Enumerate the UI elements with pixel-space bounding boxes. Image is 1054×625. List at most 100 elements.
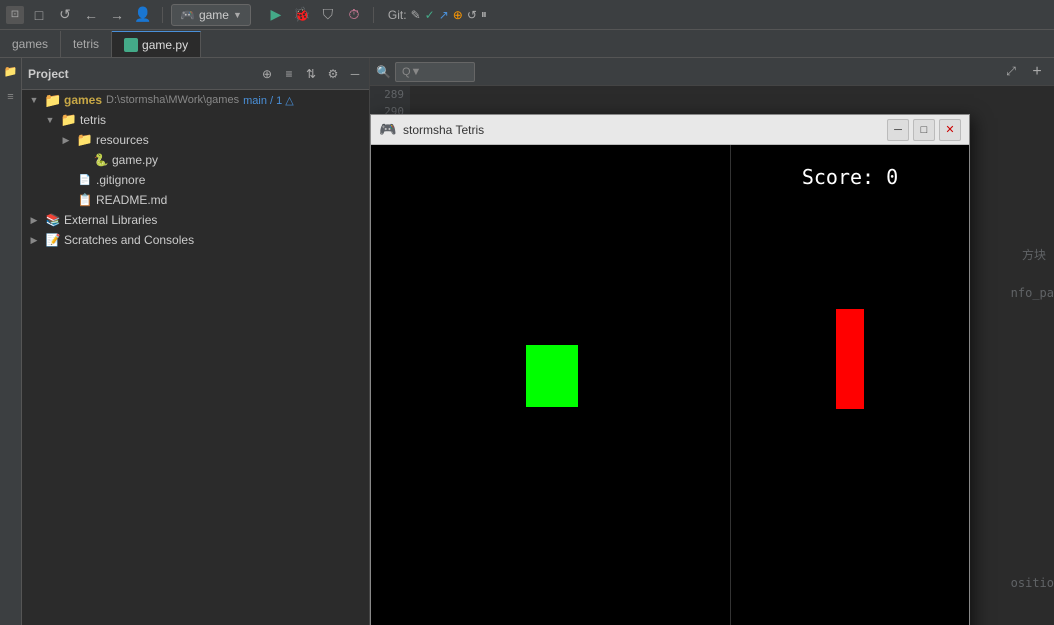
chevron-down-icon2: ▼	[42, 112, 58, 128]
sidebar-inner: 📁 ≡ Project ⊕ ≡ ⇅ ⚙ ─ ▼ 📁 games	[0, 58, 369, 625]
red-tetris-piece	[836, 309, 864, 409]
libraries-icon: 📚	[45, 212, 61, 228]
expand-icon[interactable]: ⤢	[1000, 61, 1022, 83]
readme-label: README.md	[96, 193, 167, 207]
spacer2	[58, 172, 74, 188]
tetris-titlebar: 🎮 stormsha Tetris ─ □ ✕	[371, 115, 969, 145]
resources-folder-icon: 📁	[77, 132, 93, 148]
user-icon[interactable]: 👤	[132, 4, 154, 26]
tree-resources-folder[interactable]: ▶ 📁 resources	[22, 130, 369, 150]
refresh-icon[interactable]: ↺	[54, 4, 76, 26]
tetris-app-icon: 🎮	[379, 121, 397, 139]
minimize-button[interactable]: ─	[887, 119, 909, 141]
left-strip: 📁 ≡	[0, 58, 22, 625]
tab-bar: games tetris game.py	[0, 30, 1054, 58]
git-check-icon[interactable]: ✓	[425, 8, 435, 22]
search-input[interactable]: Q▼	[395, 62, 475, 82]
tab-tetris[interactable]: tetris	[61, 31, 112, 57]
sidebar: 📁 ≡ Project ⊕ ≡ ⇅ ⚙ ─ ▼ 📁 games	[0, 58, 370, 625]
run-icon[interactable]: ▶	[265, 4, 287, 26]
scratches-icon: 📝	[45, 232, 61, 248]
chevron-right-icon2: ▶	[26, 212, 42, 228]
top-toolbar: ⊡ □ ↺ ← → 👤 🎮 game ▼ ▶ 🐞 ⛉ ⏱ Git: ✎ ✓ ↗ …	[0, 0, 1054, 30]
tetris-play-field	[371, 145, 731, 625]
app-icon: ⊡	[6, 6, 24, 24]
profile-icon[interactable]: ⏱	[343, 4, 365, 26]
partial-text-infopa: nfo_pa	[1011, 286, 1054, 300]
spacer3	[58, 192, 74, 208]
git-pause-icon[interactable]: ⏸	[481, 7, 487, 22]
separator2	[373, 7, 374, 23]
external-libraries-label: External Libraries	[64, 213, 157, 227]
tree-root-games[interactable]: ▼ 📁 games D:\stormsha\MWork\games main /…	[22, 90, 369, 110]
tree-tetris-folder[interactable]: ▼ 📁 tetris	[22, 110, 369, 130]
run-config-label: game	[199, 8, 229, 22]
tab-gamepy[interactable]: game.py	[112, 31, 201, 57]
git-push-icon[interactable]: ↗	[439, 8, 449, 22]
right-area: 🔍 Q▼ ⤢ + 289 290 291 292 293 294 295 296…	[370, 58, 1054, 625]
tree-readme-file[interactable]: 📋 README.md	[22, 190, 369, 210]
spacer	[74, 152, 90, 168]
git-refresh-icon[interactable]: ↺	[467, 8, 477, 22]
forward-icon[interactable]: →	[106, 4, 128, 26]
maximize-button[interactable]: □	[913, 119, 935, 141]
run-config-dropdown[interactable]: 🎮 game ▼	[171, 4, 251, 26]
git-label: Git:	[388, 8, 407, 22]
sort-icon[interactable]: ⇅	[303, 66, 319, 82]
tetris-info-panel: Score: 0	[731, 145, 969, 625]
folder-icon: 📁	[45, 92, 61, 108]
minimize-icon[interactable]: ─	[347, 66, 363, 82]
root-folder-name: games	[64, 93, 102, 107]
tetris-window-controls: ─ □ ✕	[887, 119, 961, 141]
sidebar-toolbar: Project ⊕ ≡ ⇅ ⚙ ─	[22, 58, 369, 90]
green-tetris-piece	[526, 345, 578, 407]
gitignore-label: .gitignore	[96, 173, 145, 187]
partial-text-fangkuai: 方块	[1022, 246, 1046, 263]
new-file-icon[interactable]: □	[28, 4, 50, 26]
close-button[interactable]: ✕	[939, 119, 961, 141]
coverage-icon[interactable]: ⛉	[317, 4, 339, 26]
gitignore-icon: 📄	[77, 172, 93, 188]
partial-text-positio: ositio	[1011, 576, 1054, 590]
tab-tetris-label: tetris	[73, 37, 99, 51]
scratches-consoles-label: Scratches and Consoles	[64, 233, 194, 247]
git-toolbar: Git: ✎ ✓ ↗ ⊕ ↺ ⏸	[388, 7, 487, 22]
tab-games-label: games	[12, 37, 48, 51]
main-content: 📁 ≡ Project ⊕ ≡ ⇅ ⚙ ─ ▼ 📁 games	[0, 58, 1054, 625]
root-folder-path: D:\stormsha\MWork\games	[106, 94, 239, 106]
tetris-game-body: Score: 0	[371, 145, 969, 625]
editor-search-bar: 🔍 Q▼ ⤢ +	[370, 58, 1054, 86]
add-icon[interactable]: ⊕	[259, 66, 275, 82]
line-289: 289	[370, 86, 404, 103]
tetris-folder-icon: 📁	[61, 112, 77, 128]
project-strip-icon[interactable]: 📁	[2, 62, 20, 80]
tree-gitignore-file[interactable]: 📄 .gitignore	[22, 170, 369, 190]
project-panel: Project ⊕ ≡ ⇅ ⚙ ─ ▼ 📁 games D:\stormsha\…	[22, 58, 369, 625]
git-branch: main / 1 △	[243, 94, 294, 107]
editor-area: 289 290 291 292 293 294 295 296 297 298 …	[370, 86, 1054, 625]
tab-games[interactable]: games	[0, 31, 61, 57]
git-edit-icon[interactable]: ✎	[411, 8, 421, 22]
readme-icon: 📋	[77, 192, 93, 208]
tab-gamepy-label: game.py	[142, 38, 188, 52]
gamepy-label: game.py	[112, 153, 158, 167]
tree-gamepy-file[interactable]: 🐍 game.py	[22, 150, 369, 170]
separator	[162, 7, 163, 23]
chevron-down-icon: ▼	[26, 92, 42, 108]
plus-icon[interactable]: +	[1026, 61, 1048, 83]
git-add-icon[interactable]: ⊕	[453, 8, 463, 22]
back-icon[interactable]: ←	[80, 4, 102, 26]
tree-scratches-consoles[interactable]: ▶ 📝 Scratches and Consoles	[22, 230, 369, 250]
settings-icon[interactable]: ⚙	[325, 66, 341, 82]
structure-strip-icon[interactable]: ≡	[2, 88, 20, 106]
resources-folder-label: resources	[96, 133, 149, 147]
chevron-right-icon: ▶	[58, 132, 74, 148]
diff-icon[interactable]: ≡	[281, 66, 297, 82]
debug-icon[interactable]: 🐞	[291, 4, 313, 26]
tree-external-libraries[interactable]: ▶ 📚 External Libraries	[22, 210, 369, 230]
search-icon: 🔍	[376, 65, 391, 79]
tetris-window: 🎮 stormsha Tetris ─ □ ✕	[370, 114, 970, 625]
chevron-right-icon3: ▶	[26, 232, 42, 248]
score-display: Score: 0	[802, 165, 898, 189]
py-file-icon: 🐍	[93, 152, 109, 168]
